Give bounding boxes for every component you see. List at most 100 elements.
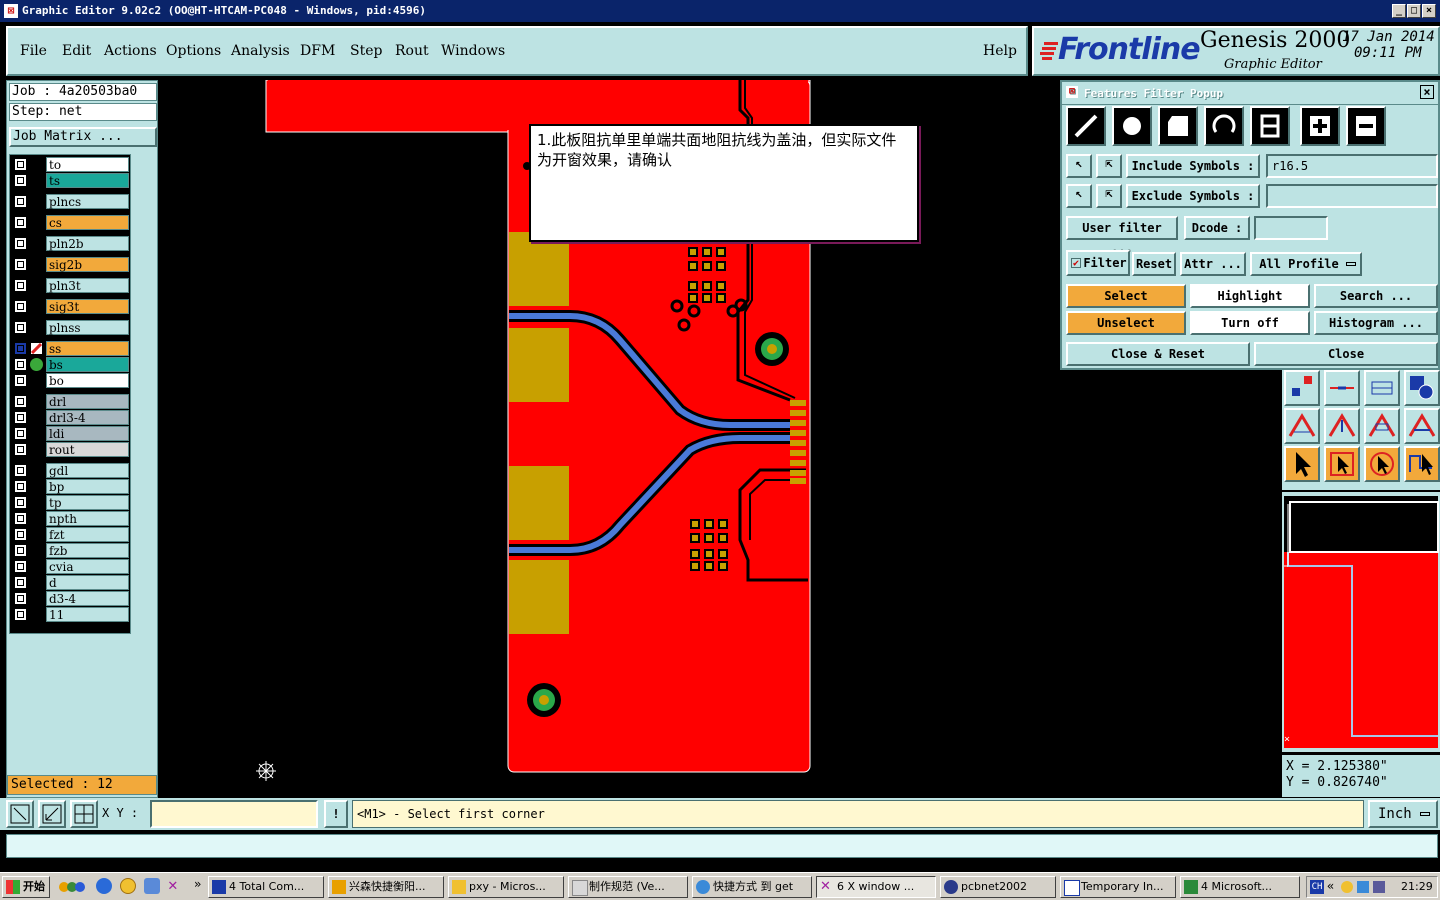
layer-visibility-checkbox[interactable] xyxy=(14,237,27,250)
layer-name[interactable]: ss xyxy=(46,341,129,356)
layer-name[interactable]: sig3t xyxy=(46,299,129,314)
pad-type-button[interactable] xyxy=(1112,106,1152,146)
layer-name[interactable]: sig2b xyxy=(46,257,129,272)
layer-visibility-checkbox[interactable] xyxy=(14,592,27,605)
layer-row-fzb[interactable]: fzb xyxy=(12,543,129,558)
layer-visibility-checkbox[interactable] xyxy=(14,258,27,271)
pointer-circle-icon[interactable] xyxy=(1364,446,1400,482)
task-microsoft[interactable]: 4 Microsoft... xyxy=(1180,876,1300,898)
layer-row-plncs[interactable]: plncs xyxy=(12,194,129,209)
layer-row-fzt[interactable]: fzt xyxy=(12,527,129,542)
include-pick-icon[interactable]: ↖ xyxy=(1066,154,1092,178)
filter-toggle[interactable]: ✔ Filter xyxy=(1066,250,1130,276)
exclude-symbols-field[interactable] xyxy=(1266,184,1438,208)
layer-visibility-checkbox[interactable] xyxy=(14,342,27,355)
layer-visibility-checkbox[interactable] xyxy=(14,411,27,424)
work-layer-icon[interactable] xyxy=(30,342,43,355)
layer-name[interactable]: ldi xyxy=(46,426,129,441)
exclude-pick-icon[interactable]: ↖ xyxy=(1066,184,1092,208)
layer-name[interactable]: ts xyxy=(46,173,129,188)
layer-name[interactable]: 11 xyxy=(46,607,129,622)
layer-visibility-checkbox[interactable] xyxy=(14,216,27,229)
layer-visibility-checkbox[interactable] xyxy=(14,560,27,573)
triangle-up-icon[interactable] xyxy=(1324,408,1360,444)
layer-name[interactable]: gdl xyxy=(46,463,129,478)
layer-row-d3-4[interactable]: d3-4 xyxy=(12,591,129,606)
xy-input[interactable] xyxy=(150,800,318,828)
layer-name[interactable]: drl3-4 xyxy=(46,410,129,425)
exclude-add-icon[interactable]: ⇱ xyxy=(1096,184,1122,208)
include-add-icon[interactable]: ⇱ xyxy=(1096,154,1122,178)
layer-name[interactable]: cs xyxy=(46,215,129,230)
layer-name[interactable]: drl xyxy=(46,394,129,409)
window-title-bar[interactable]: ⊠ Graphic Editor 9.02c2 (OO@HT-HTCAM-PC0… xyxy=(0,0,1440,22)
ie-icon[interactable] xyxy=(96,878,112,894)
menu-help[interactable]: Help xyxy=(983,43,1017,59)
layer-name[interactable]: npth xyxy=(46,511,129,526)
zoom-window-icon[interactable] xyxy=(6,800,34,828)
job-matrix-button[interactable]: Job Matrix ... xyxy=(9,127,157,147)
quick-launch-icon[interactable] xyxy=(58,879,86,895)
layer-visibility-checkbox[interactable] xyxy=(14,158,27,171)
layer-row-drl[interactable]: drl xyxy=(12,394,129,409)
layer-name[interactable]: bp xyxy=(46,479,129,494)
task-total-commander[interactable]: 4 Total Com... xyxy=(208,876,324,898)
tray-network-icon[interactable] xyxy=(1357,881,1369,893)
layer-row-npth[interactable]: npth xyxy=(12,511,129,526)
ruler-icon[interactable] xyxy=(1364,370,1400,406)
x-app-icon[interactable]: ✕ xyxy=(168,875,178,894)
triangle-arrow-icon[interactable] xyxy=(1404,408,1440,444)
layer-row-bo[interactable]: bo xyxy=(12,373,129,388)
close-window-button[interactable]: × xyxy=(1422,4,1436,18)
layer-row-drl3-4[interactable]: drl3-4 xyxy=(12,410,129,425)
layer-name[interactable]: fzt xyxy=(46,527,129,542)
pointer-icon[interactable] xyxy=(1284,446,1320,482)
layer-row-d[interactable]: d xyxy=(12,575,129,590)
layer-row-to[interactable]: to xyxy=(12,157,129,172)
layer-name[interactable]: plnss xyxy=(46,320,129,335)
more-chevron-icon[interactable]: » xyxy=(194,877,201,891)
layer-name[interactable]: fzb xyxy=(46,543,129,558)
layer-name[interactable]: pln2b xyxy=(46,236,129,251)
dcode-button[interactable]: Dcode : xyxy=(1184,216,1250,240)
triangle-red-icon[interactable] xyxy=(1284,408,1320,444)
arc-type-button[interactable] xyxy=(1204,106,1244,146)
surface-type-button[interactable] xyxy=(1158,106,1198,146)
user-filter-button[interactable]: User filter ... xyxy=(1066,216,1178,255)
unselect-button[interactable]: Unselect xyxy=(1066,311,1186,335)
shapes-icon[interactable] xyxy=(1404,370,1440,406)
layer-name[interactable]: bo xyxy=(46,373,129,388)
grid-icon[interactable] xyxy=(70,800,98,828)
negative-polarity-button[interactable] xyxy=(1346,106,1386,146)
triangle-shift-icon[interactable] xyxy=(1364,408,1400,444)
measure-icon[interactable] xyxy=(1324,370,1360,406)
layer-visibility-checkbox[interactable] xyxy=(14,443,27,456)
menu-windows[interactable]: Windows xyxy=(441,43,505,59)
layer-visibility-checkbox[interactable] xyxy=(14,358,27,371)
exclude-symbols-button[interactable]: Exclude Symbols : xyxy=(1126,184,1260,208)
layer-visibility-checkbox[interactable] xyxy=(14,544,27,557)
layer-row-bp[interactable]: bp xyxy=(12,479,129,494)
include-symbols-field[interactable]: r16.5 xyxy=(1266,154,1438,178)
language-indicator[interactable]: CH xyxy=(1310,880,1324,894)
layer-visibility-checkbox[interactable] xyxy=(14,279,27,292)
layer-row-rout[interactable]: rout xyxy=(12,442,129,457)
layer-visibility-checkbox[interactable] xyxy=(14,464,27,477)
layer-row-11[interactable]: 11 xyxy=(12,607,129,622)
layer-visibility-checkbox[interactable] xyxy=(14,496,27,509)
tray-expand-icon[interactable]: « xyxy=(1327,879,1334,893)
layer-visibility-checkbox[interactable] xyxy=(14,374,27,387)
layer-visibility-checkbox[interactable] xyxy=(14,528,27,541)
zoom-axis-icon[interactable] xyxy=(38,800,66,828)
clock-app-icon[interactable] xyxy=(120,878,136,894)
all-profile-dropdown[interactable]: All Profile xyxy=(1250,252,1362,276)
layer-visibility-checkbox[interactable] xyxy=(14,576,27,589)
layer-row-ldi[interactable]: ldi xyxy=(12,426,129,441)
menu-rout[interactable]: Rout xyxy=(395,43,429,59)
positive-polarity-button[interactable] xyxy=(1300,106,1340,146)
layer-row-pln2b[interactable]: pln2b xyxy=(12,236,129,251)
close-button[interactable]: Close xyxy=(1254,342,1438,366)
browser-icon[interactable] xyxy=(144,878,160,894)
reset-button[interactable]: Reset xyxy=(1132,252,1176,276)
text-type-button[interactable] xyxy=(1250,106,1290,146)
